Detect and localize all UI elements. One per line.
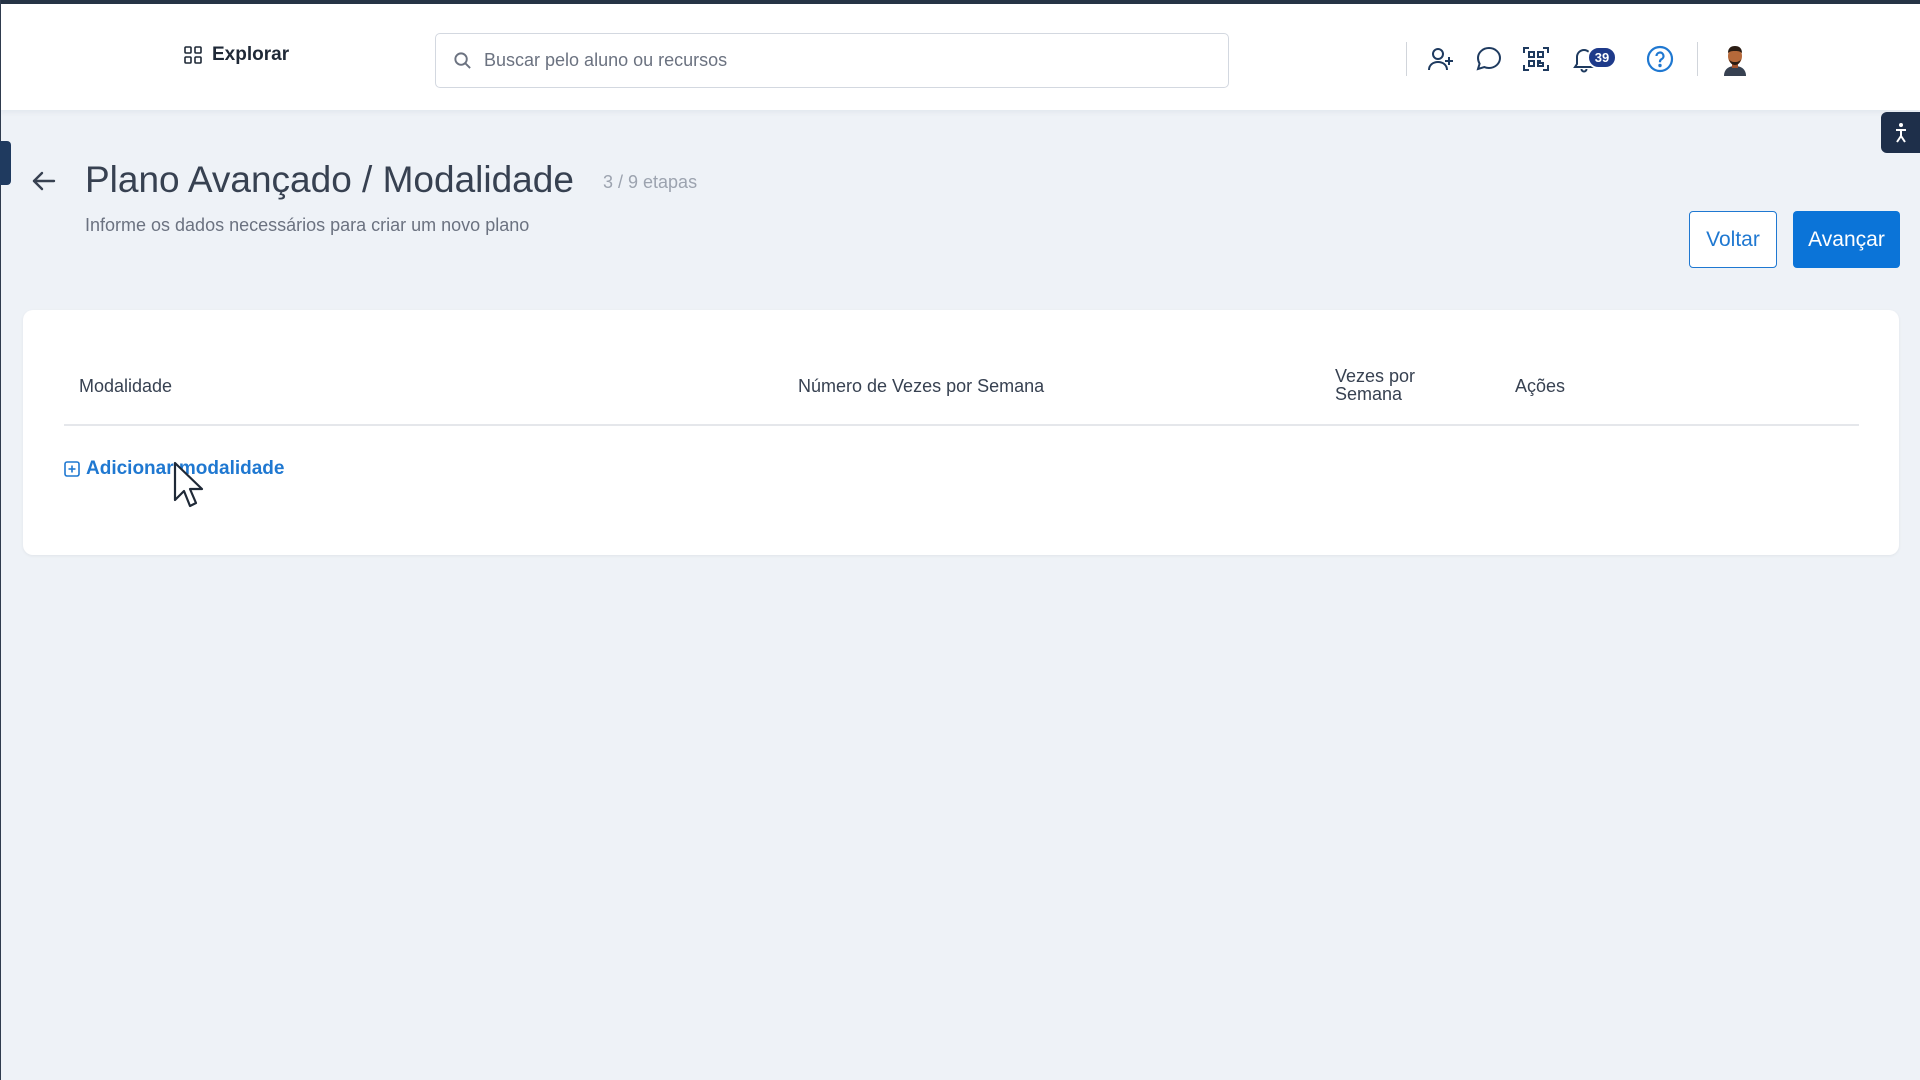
accessibility-icon <box>1895 122 1906 143</box>
add-user-icon <box>1428 48 1453 71</box>
help-icon <box>1646 45 1674 73</box>
next-button[interactable]: Avançar <box>1793 211 1900 268</box>
back-button[interactable]: Voltar <box>1689 211 1777 268</box>
explore-label: Explorar <box>212 44 290 65</box>
sidebar-toggle-tab[interactable] <box>0 141 11 185</box>
search-icon <box>454 52 471 69</box>
add-user-button[interactable] <box>1426 44 1456 74</box>
column-header-times-per-week: Vezes por Semana <box>1335 366 1416 404</box>
page-title: Plano Avançado / Modalidade <box>85 159 574 200</box>
toolbar-divider <box>1697 42 1698 76</box>
top-bar: Explorar Buscar pelo aluno ou recursos 3… <box>0 0 1920 110</box>
search-box[interactable] <box>435 33 1229 88</box>
add-modality-label: Adicionar modalidade <box>86 458 285 479</box>
chat-icon <box>1476 46 1502 71</box>
avatar[interactable] <box>1718 42 1752 76</box>
notification-badge: 39 <box>1587 46 1617 69</box>
column-header-actions: Ações <box>1515 376 1566 396</box>
back-arrow-icon[interactable] <box>30 167 58 195</box>
qr-scan-button[interactable] <box>1521 44 1551 74</box>
step-indicator: 3 / 9 etapas <box>603 172 698 192</box>
accessibility-button[interactable] <box>1881 112 1920 153</box>
column-header-modalidade: Modalidade <box>79 376 173 396</box>
help-button[interactable] <box>1645 44 1675 74</box>
add-modality-link[interactable]: Adicionar modalidade <box>64 458 284 480</box>
search-input[interactable] <box>484 50 1184 71</box>
grid-icon <box>184 46 202 64</box>
table-header-divider <box>64 424 1859 426</box>
toolbar-divider <box>1406 42 1407 76</box>
plus-square-icon <box>64 461 80 477</box>
page: Explorar Buscar pelo aluno ou recursos 3… <box>0 0 1920 1080</box>
chat-button[interactable] <box>1474 44 1504 74</box>
modalities-card: Modalidade Número de Vezes por Semana Ve… <box>23 310 1899 555</box>
qr-scan-icon <box>1523 47 1549 71</box>
explore-menu[interactable]: Explorar <box>184 44 289 66</box>
column-header-times-per-week-number: Número de Vezes por Semana <box>798 376 1045 396</box>
page-subtitle: Informe os dados necessários para criar … <box>85 215 530 235</box>
